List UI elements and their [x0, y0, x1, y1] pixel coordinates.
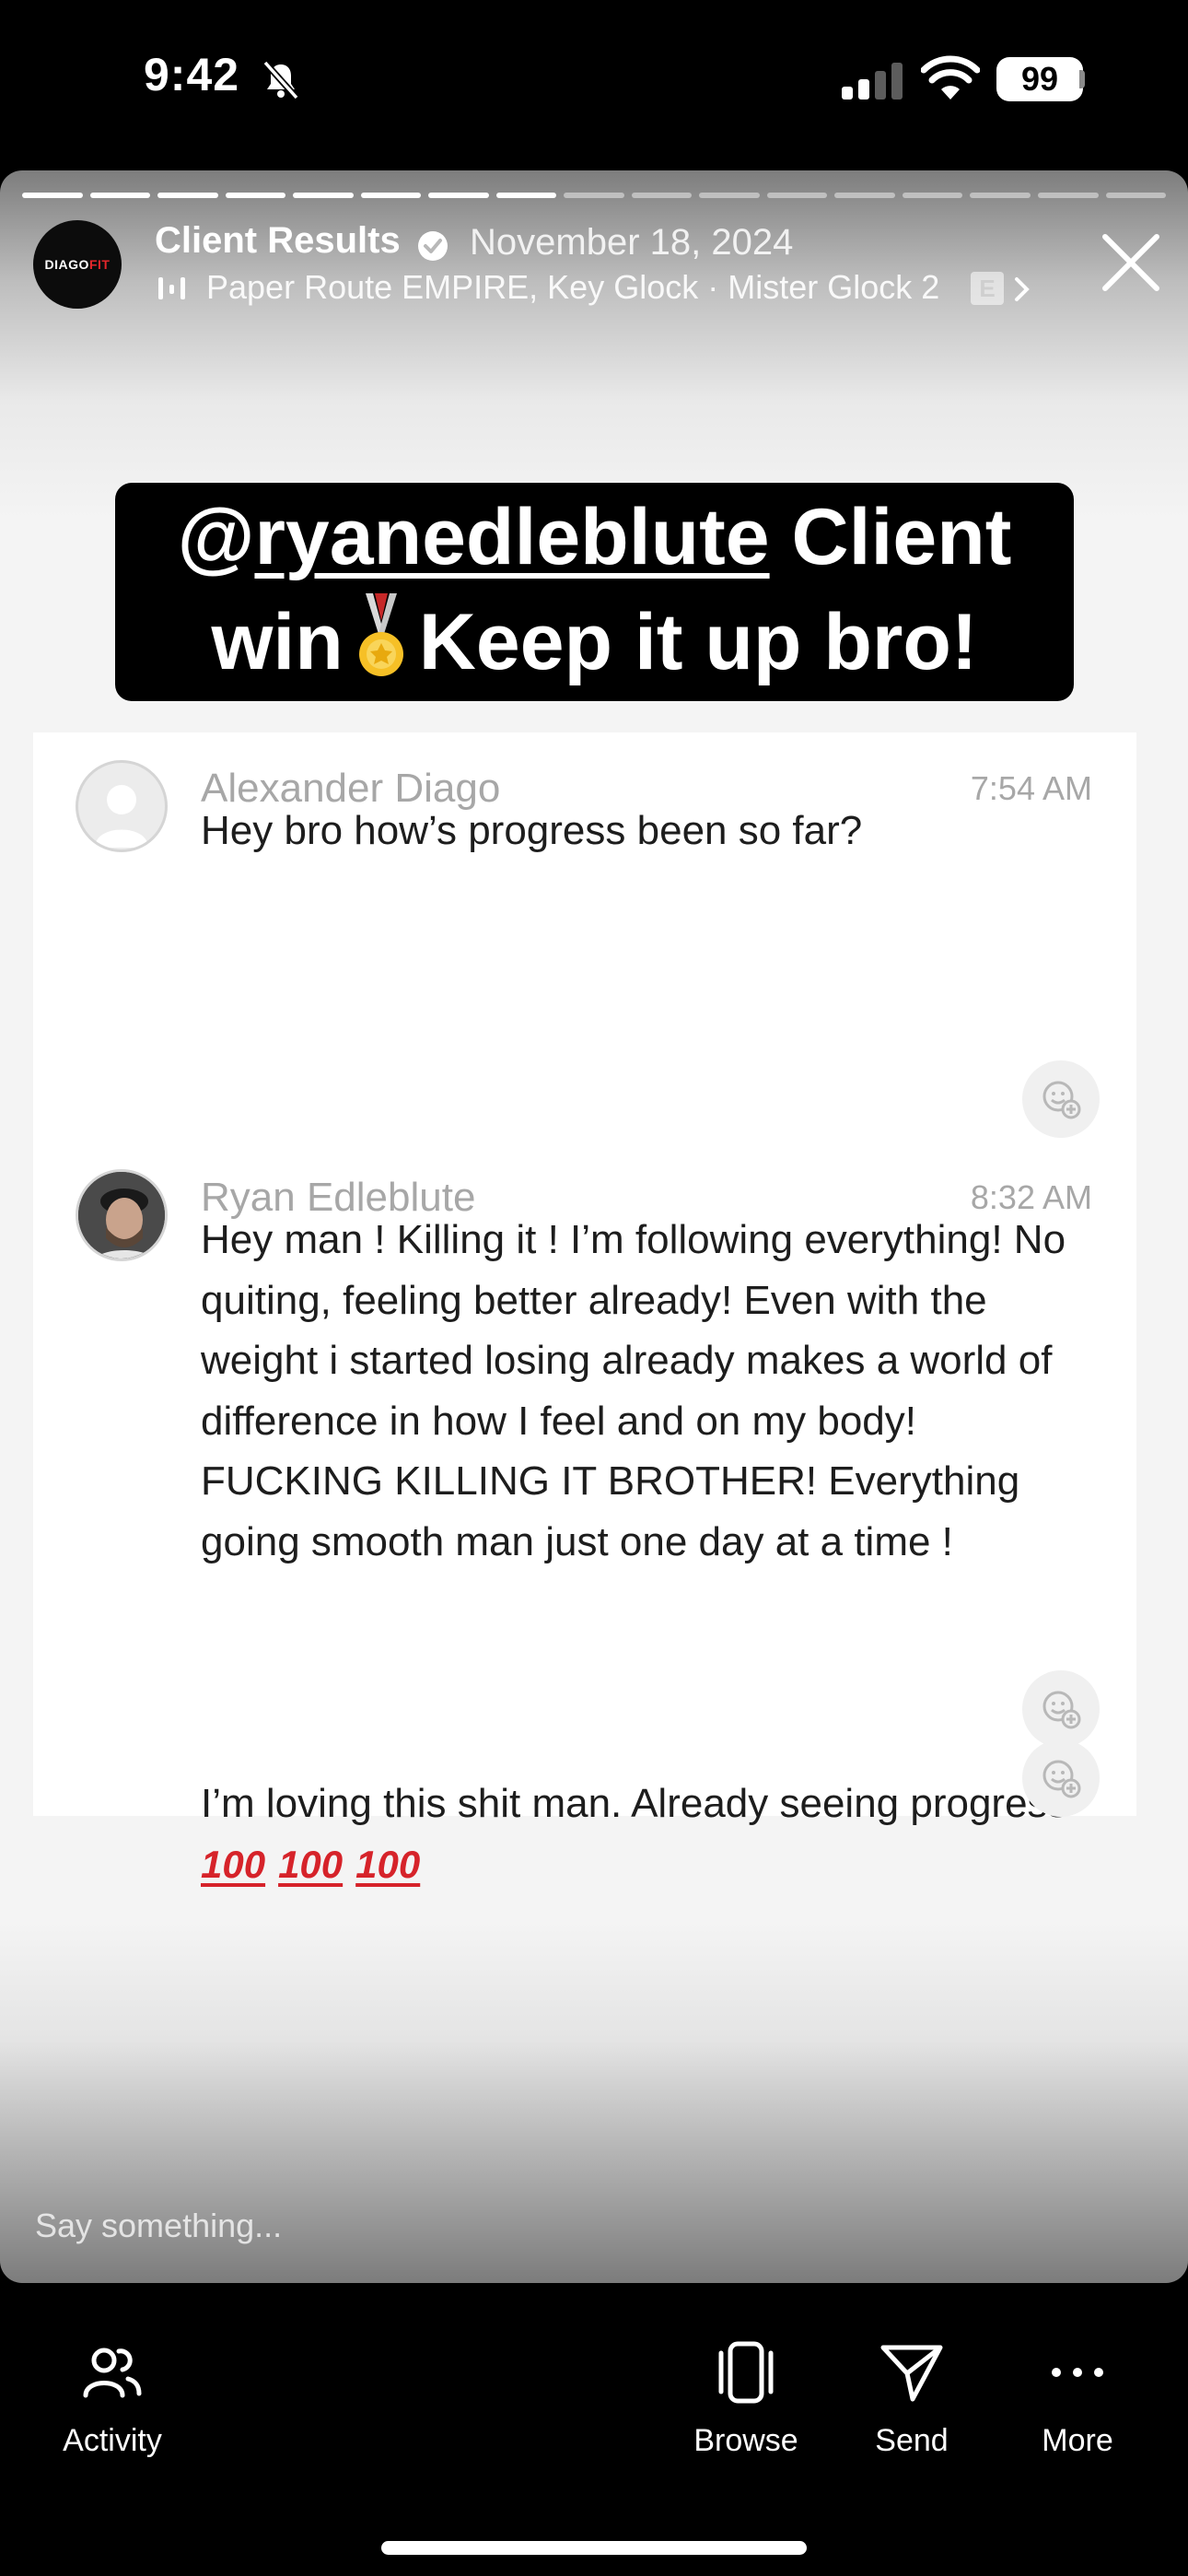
story-progress-segment [89, 193, 151, 198]
story-progress-segment [699, 193, 760, 198]
send-arrow-icon [880, 2345, 943, 2402]
add-reaction-button[interactable] [1022, 1739, 1100, 1817]
medal-icon [358, 593, 403, 676]
activity-button[interactable]: Activity [48, 2340, 177, 2459]
add-reaction-button[interactable] [1022, 1060, 1100, 1138]
message-text-body: I’m loving this shit man. Already seeing… [201, 1781, 1068, 1826]
hundred-emoji: 100 [201, 1842, 266, 1886]
emoji-add-icon [1042, 1691, 1081, 1729]
caption-line-2: win Keep it up bro! [115, 593, 1074, 688]
send-label: Send [875, 2423, 949, 2458]
hundred-emoji: 100 [278, 1842, 344, 1886]
caption-mention[interactable]: @ryanedleblute [178, 493, 770, 581]
account-avatar[interactable]: DIAGO FIT [33, 220, 122, 309]
close-icon[interactable] [1101, 233, 1160, 292]
message-text: Hey bro how’s progress been so far? [201, 808, 863, 853]
more-button[interactable]: More [1013, 2340, 1142, 2459]
status-time: 9:42 [144, 49, 240, 100]
story-progress-segment [157, 193, 218, 198]
story-progress-segment [360, 193, 422, 198]
story-viewer[interactable]: DIAGO FIT Client Results November 18, 202… [0, 170, 1188, 2283]
more-label: More [1042, 2423, 1113, 2458]
activity-label: Activity [63, 2423, 162, 2458]
emoji-add-icon [1042, 1081, 1081, 1119]
story-date: November 18, 2024 [470, 222, 794, 263]
emoji-add-icon [1042, 1760, 1081, 1798]
story-title[interactable]: Client Results [155, 220, 401, 262]
at-sign: @ [177, 493, 255, 581]
browse-button[interactable]: Browse [681, 2340, 810, 2459]
chat-screenshot: Alexander Diago 7:54 AM Hey bro how’s pr… [33, 732, 1136, 1886]
avatar-alexander [76, 760, 168, 852]
browse-label: Browse [693, 2423, 798, 2458]
story-progress-segment [428, 193, 489, 198]
caption-text-win: win [211, 598, 344, 686]
story-progress-segment [293, 193, 354, 198]
caption-text-client: Client [769, 493, 1012, 581]
user-photo-icon [78, 1172, 165, 1259]
reply-input[interactable]: Say something... [35, 2207, 282, 2245]
default-user-icon [95, 785, 148, 848]
mention-username: ryanedleblute [254, 493, 770, 581]
story-caption: @ryanedleblute Client win Keep it up bro… [115, 483, 1074, 701]
bell-slash-icon [262, 60, 299, 100]
story-progress-segment [564, 193, 624, 198]
story-progress-segment [970, 193, 1031, 198]
story-progress-segment [225, 193, 286, 198]
story-progress-segment [495, 193, 557, 198]
chevron-right-icon[interactable] [1013, 275, 1031, 303]
add-reaction-button[interactable] [1022, 1670, 1100, 1748]
logo-text-fit: FIT [88, 257, 111, 272]
status-bar: 9:42 99 [0, 0, 1188, 166]
send-button[interactable]: Send [847, 2340, 976, 2459]
caption-line-1: @ryanedleblute Client [115, 492, 1074, 583]
message-text: Hey man ! Killing it ! I’m following eve… [201, 1217, 1066, 1564]
battery-nub [1079, 70, 1085, 88]
message-text: I’m loving this shit man. Already seeing… [201, 1774, 1122, 1894]
logo-text-diago: DIAGO [44, 257, 89, 272]
verified-badge-icon [418, 231, 448, 261]
story-progress-segment [1037, 193, 1099, 198]
cellular-signal-icon [842, 63, 903, 100]
music-bars-icon [158, 277, 185, 299]
avatar-ryan [76, 1169, 168, 1261]
story-progress-segment [631, 193, 693, 198]
explicit-badge: E [971, 272, 1004, 305]
music-track[interactable]: Paper Route EMPIRE, Key Glock · Mister G… [206, 268, 939, 307]
story-progress-segment [834, 193, 895, 198]
hundred-emoji: 100 [355, 1842, 421, 1886]
caption-text-keep: Keep it up bro! [418, 598, 978, 686]
home-indicator[interactable] [381, 2541, 807, 2555]
browse-cards-icon [718, 2341, 774, 2404]
more-dots-icon [1052, 2368, 1103, 2377]
story-progress-segment [22, 193, 83, 198]
story-progress-segment [1105, 193, 1167, 198]
wifi-icon [921, 55, 980, 100]
story-progress-segment [902, 193, 963, 198]
story-progress-bar [22, 193, 1167, 198]
story-progress-segment [766, 193, 828, 198]
people-icon [83, 2348, 142, 2398]
battery-level: 99 [1020, 60, 1059, 98]
battery-indicator: 99 [996, 57, 1083, 101]
